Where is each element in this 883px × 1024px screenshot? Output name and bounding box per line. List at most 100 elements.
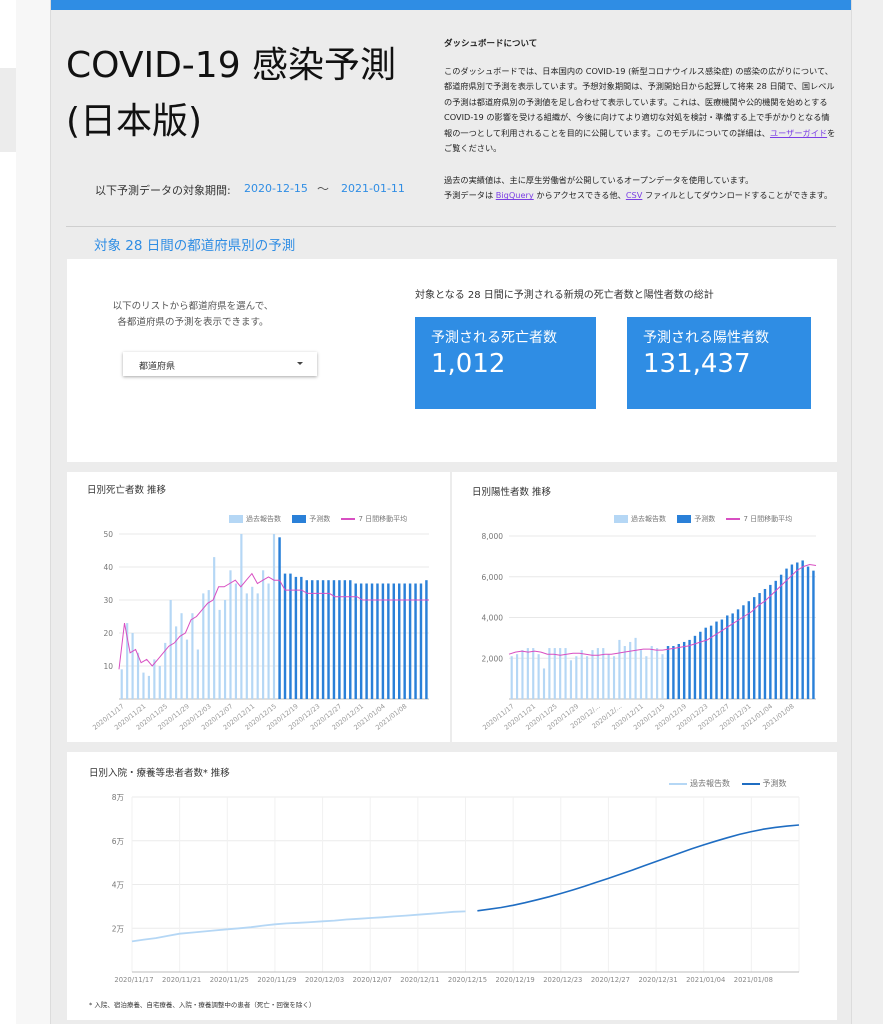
y-tick-label: 20	[103, 629, 113, 638]
footnote: * 入院、宿泊療養、自宅療養、入院・療養調整中の患者（死亡・回復を除く）	[89, 1001, 316, 1009]
deaths-kpi: 予測される死亡者数 1,012	[415, 317, 596, 409]
forecast-bar	[359, 583, 363, 699]
left-panel-grey	[0, 68, 16, 153]
reported-bar	[542, 668, 546, 699]
reported-bar	[234, 583, 238, 699]
y-tick-label: 4万	[112, 881, 125, 890]
reported-bar	[521, 650, 524, 699]
reported-bar	[262, 570, 265, 699]
reported-bar	[147, 675, 150, 699]
section-title: 対象 28 日間の都道府県別の予測	[94, 238, 296, 254]
left-panel-top	[0, 0, 16, 71]
about-p2-c: ファイルとしてダウンロードすることができます。	[644, 190, 833, 201]
forecast-bar	[677, 643, 681, 699]
header-divider	[66, 226, 836, 227]
forecast-bar	[672, 646, 675, 699]
hospitalized-chart: 2万 4万 6万 8万 2020/11/17 2020/11/21 2020/11/25 20…	[112, 793, 800, 984]
forecast-bar	[321, 580, 325, 699]
forecast-bar	[666, 646, 670, 699]
y-tick-label: 10	[103, 662, 113, 671]
reported-bar	[516, 654, 519, 699]
forecast-bar	[704, 627, 707, 699]
reported-bar	[634, 637, 637, 699]
page-title-line1: COVID-19 感染予測	[66, 45, 397, 86]
reported-bar	[607, 654, 610, 699]
reported-bar	[153, 659, 156, 699]
page-title-line2: (日本版)	[66, 101, 203, 142]
reported-bar	[213, 557, 216, 699]
reported-bar	[120, 669, 123, 699]
x-tick-label: 2020/12/03	[305, 976, 344, 984]
prefecture-dropdown[interactable]: 都道府県	[123, 352, 317, 376]
forecast-bar	[785, 568, 788, 699]
x-tick-label: 2020/12/19	[496, 976, 535, 984]
forecast-bar	[310, 580, 314, 699]
x-tick-label: 2020/12/11	[400, 976, 439, 984]
reported-bar	[223, 600, 227, 699]
reported-bar	[532, 648, 535, 699]
caret-down-icon	[297, 362, 303, 365]
about-p2-a: 予測データは	[444, 190, 494, 201]
reported-bar	[569, 660, 573, 699]
x-tick-label: 2020/12/15	[448, 976, 487, 984]
forecast-bar	[812, 570, 815, 699]
forecast-bar	[392, 583, 396, 699]
x-tick-label: 2021/01/08	[734, 976, 773, 984]
forecast-bar	[742, 605, 745, 699]
y-tick-label: 8万	[112, 793, 125, 802]
reported-bar	[602, 648, 605, 699]
reported-bar	[229, 570, 232, 699]
top-accent-bar	[51, 0, 851, 10]
reported-bar	[169, 600, 172, 699]
reported-bar	[272, 534, 276, 699]
reported-bar	[131, 633, 134, 699]
reported-bar	[185, 639, 189, 699]
deaths-kpi-value: 1,012	[431, 349, 506, 379]
x-tick-label: 2020/11/17	[114, 976, 153, 984]
reported-bar	[656, 648, 659, 699]
forecast-bar	[278, 537, 281, 699]
reported-bar	[191, 613, 194, 699]
forecast-bar	[688, 639, 691, 699]
reported-bar	[267, 583, 270, 699]
left-panel-bottom	[0, 152, 16, 1024]
forecast-bar	[736, 609, 740, 699]
forecast-bar	[370, 583, 374, 699]
reported-bar	[158, 666, 161, 699]
user-guide-link[interactable]: ユーザーガイド	[770, 128, 827, 138]
forecast-bar	[752, 597, 756, 699]
csv-link[interactable]: CSV	[626, 190, 643, 200]
x-tick-label: 2020/11/29	[257, 976, 296, 984]
bigquery-link[interactable]: BigQuery	[496, 190, 534, 200]
period-start: 2020-12-15	[244, 182, 308, 195]
deaths-chart: 10203040502020/11/172020/11/212020/11/25…	[91, 530, 429, 732]
about-p2-line1: 過去の実績値は、主に厚生労働省が公開しているオープンデータを使用しています。	[444, 175, 754, 185]
period-separator: 〜	[317, 182, 330, 196]
forecast-bar	[381, 583, 385, 699]
reported-bar	[136, 652, 140, 699]
prefecture-hint: 以下のリストから都道府県を選んで、 各都道府県の予測を表示できます。	[83, 299, 303, 331]
page-title: COVID-19 感染予測 (日本版)	[66, 38, 426, 150]
forecast-bar	[758, 593, 761, 699]
y-tick-label: 4,000	[482, 614, 504, 623]
x-tick-label: 2020/11/25	[210, 976, 249, 984]
reported-bar	[196, 649, 199, 699]
y-tick-label: 8,000	[482, 532, 504, 541]
y-tick-label: 2万	[112, 924, 125, 933]
reported-bar	[645, 656, 648, 699]
forecast-bar	[408, 583, 412, 699]
daily-positives-card: 日別陽性者数 推移 過去報告数 予測数 7 日間移動平均 2,000 4,000 6…	[452, 472, 837, 742]
hospitalized-card: 日別入院・療養等患者者数* 推移 過去報告数 予測数 2万 4万 6万 8万 2020/…	[67, 752, 837, 1020]
totals-label: 対象となる 28 日間に予測される新規の死亡者数と陽性者数の総計	[415, 290, 714, 301]
dashboard-page: COVID-19 感染予測 (日本版) 以下予測データの対象期間: 2020-1…	[50, 0, 852, 1024]
reported-bar	[251, 586, 254, 699]
forecast-bar	[300, 576, 303, 699]
prefecture-dropdown-value: 都道府県	[139, 362, 176, 372]
reported-bar	[256, 593, 259, 699]
reported-bar	[596, 648, 599, 699]
forecast-bar	[398, 583, 401, 699]
positives-kpi-label: 予測される陽性者数	[643, 330, 769, 346]
forecast-bar	[343, 580, 347, 699]
forecast-bar	[747, 601, 751, 699]
browser-left-strip	[0, 0, 50, 1024]
